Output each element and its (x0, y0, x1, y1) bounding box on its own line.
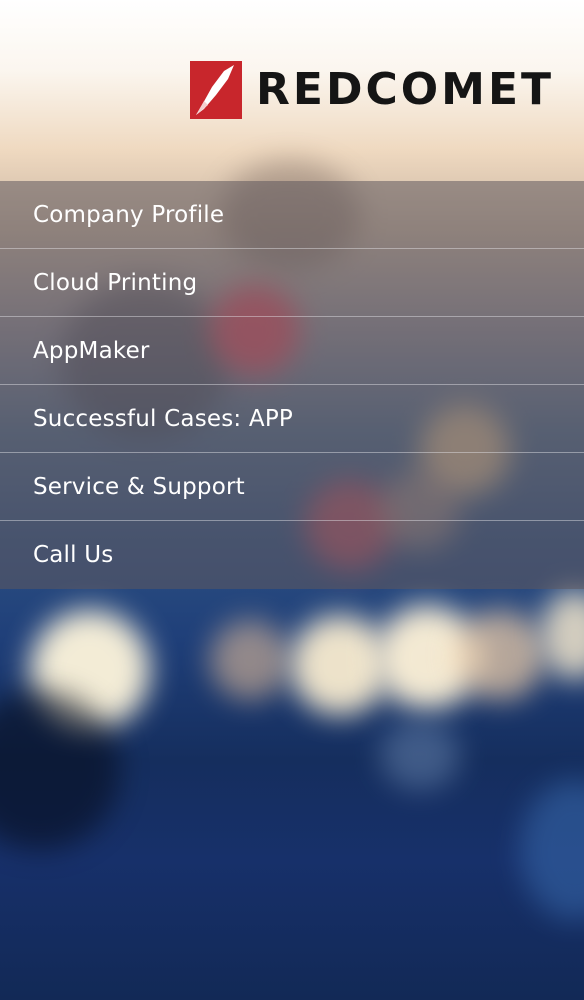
menu-item-service-support[interactable]: Service & Support (0, 453, 584, 521)
menu-item-cloud-printing[interactable]: Cloud Printing (0, 249, 584, 317)
menu-item-label: AppMaker (33, 337, 150, 364)
brand-name: REDCOMET (256, 64, 555, 115)
menu-item-label: Cloud Printing (33, 269, 198, 296)
bokeh-light (540, 590, 584, 680)
bokeh-light (380, 720, 460, 790)
bokeh-light (210, 620, 290, 700)
red-comet-logo-icon (190, 61, 242, 119)
menu-item-appmaker[interactable]: AppMaker (0, 317, 584, 385)
menu-item-label: Successful Cases: APP (33, 405, 293, 432)
menu-item-call-us[interactable]: Call Us (0, 521, 584, 589)
brand-logo[interactable]: REDCOMET (190, 60, 554, 120)
bokeh-light (455, 610, 545, 700)
menu-item-company-profile[interactable]: Company Profile (0, 181, 584, 249)
main-menu: Company Profile Cloud Printing AppMaker … (0, 181, 584, 589)
bokeh-light (520, 780, 584, 920)
menu-item-label: Service & Support (33, 473, 245, 500)
menu-item-successful-cases[interactable]: Successful Cases: APP (0, 385, 584, 453)
menu-item-label: Call Us (33, 542, 114, 568)
menu-item-label: Company Profile (33, 201, 225, 228)
app-screen: REDCOMET Company Profile Cloud Printing … (0, 0, 584, 1000)
app-header: REDCOMET (0, 0, 584, 180)
